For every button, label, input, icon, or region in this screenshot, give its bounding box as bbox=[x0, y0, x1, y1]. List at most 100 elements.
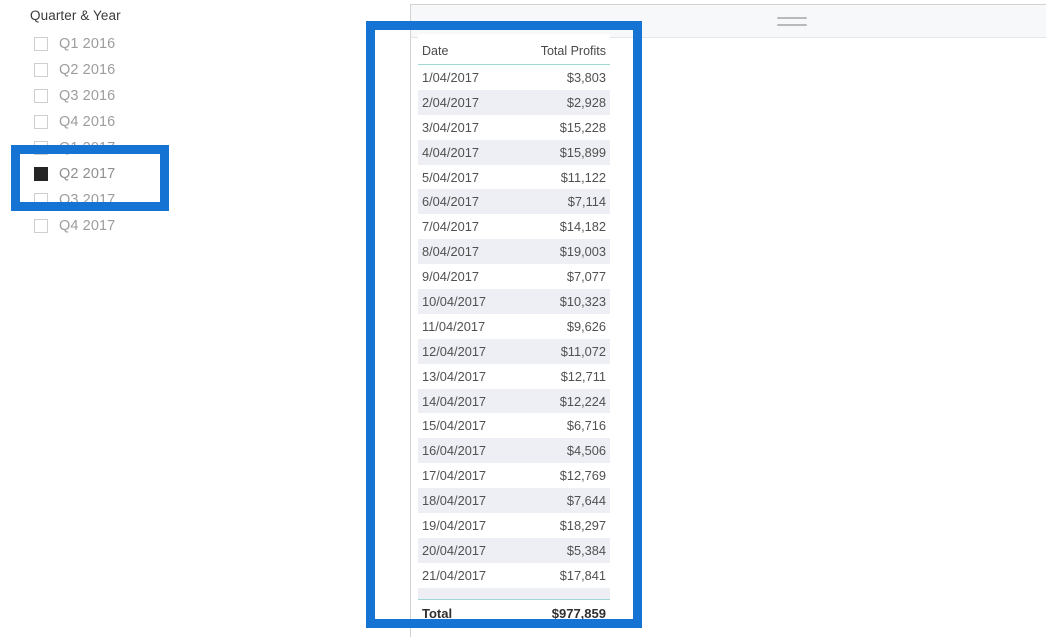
slicer-title: Quarter & Year bbox=[30, 8, 121, 23]
cell-date: 4/04/2017 bbox=[422, 144, 479, 160]
cell-total-profits: $3,803 bbox=[566, 69, 606, 85]
cell-date: 19/04/2017 bbox=[422, 517, 487, 533]
cell-total-profits: $7,114 bbox=[567, 194, 606, 210]
cell-total-profits: $7,644 bbox=[566, 493, 606, 509]
total-label: Total bbox=[422, 605, 453, 621]
slicer-item-q1-2016[interactable]: Q1 2016 bbox=[0, 31, 360, 57]
cell-date: 2/04/2017 bbox=[422, 94, 479, 110]
table-row[interactable]: 9/04/2017 $7,077 bbox=[418, 264, 610, 290]
table-row[interactable]: 3/04/2017 $15,228 bbox=[418, 114, 610, 140]
screen: Quarter & Year Q1 2016 Q2 2016 Q3 2016 Q… bbox=[0, 0, 1046, 637]
cell-date: 21/04/2017 bbox=[422, 567, 487, 583]
slicer-item-label: Q2 2017 bbox=[59, 166, 116, 182]
table-row[interactable]: 21/04/2017 $17,841 bbox=[418, 562, 610, 588]
total-value: $977,859 bbox=[551, 605, 606, 621]
slicer-item-list: Q1 2016 Q2 2016 Q3 2016 Q4 2016 Q1 2017 bbox=[0, 31, 360, 239]
cell-total-profits: $4,506 bbox=[566, 443, 606, 459]
checkbox-icon-q4-2016[interactable] bbox=[34, 115, 48, 129]
cell-date: 20/04/2017 bbox=[422, 542, 487, 558]
slicer-item-label: Q4 2016 bbox=[59, 114, 116, 130]
slicer-item-q2-2017[interactable]: Q2 2017 bbox=[0, 161, 360, 187]
checkbox-icon-q1-2016[interactable] bbox=[34, 37, 48, 51]
cell-date: 16/04/2017 bbox=[422, 443, 487, 459]
table-row[interactable]: 6/04/2017 $7,114 bbox=[418, 189, 610, 215]
cell-total-profits: $7,077 bbox=[566, 269, 606, 285]
slicer-item-q2-2016[interactable]: Q2 2016 bbox=[0, 57, 360, 83]
table-row[interactable]: 2/04/2017 $2,928 bbox=[418, 89, 610, 115]
checkbox-icon-q1-2017[interactable] bbox=[34, 141, 48, 155]
table-row[interactable]: 8/04/2017 $19,003 bbox=[418, 239, 610, 265]
table-row[interactable]: 20/04/2017 $5,384 bbox=[418, 537, 610, 563]
cell-total-profits: $6,716 bbox=[566, 418, 606, 434]
cell-total-profits: $15,899 bbox=[559, 144, 606, 160]
cell-date: 18/04/2017 bbox=[422, 493, 487, 509]
slicer-item-q4-2016[interactable]: Q4 2016 bbox=[0, 109, 360, 135]
cell-date: 17/04/2017 bbox=[422, 468, 487, 484]
quarter-year-slicer: Quarter & Year Q1 2016 Q2 2016 Q3 2016 Q… bbox=[0, 0, 360, 260]
table-row[interactable]: 7/04/2017 $14,182 bbox=[418, 214, 610, 240]
cell-total-profits: $12,224 bbox=[559, 393, 606, 409]
table-row[interactable]: 11/04/2017 $9,626 bbox=[418, 313, 610, 339]
cell-date: 9/04/2017 bbox=[422, 269, 479, 285]
column-header-total-profits[interactable]: Total Profits bbox=[541, 44, 606, 64]
column-header-date[interactable]: Date bbox=[422, 44, 448, 64]
table-row[interactable]: 10/04/2017 $10,323 bbox=[418, 289, 610, 314]
table-row[interactable]: 14/04/2017 $12,224 bbox=[418, 388, 610, 414]
table-row[interactable]: 5/04/2017 $11,122 bbox=[418, 164, 610, 190]
drag-handle-icon[interactable] bbox=[777, 17, 807, 26]
slicer-item-label: Q4 2017 bbox=[59, 218, 116, 234]
table-total-row: Total $977,859 bbox=[418, 598, 610, 627]
total-profits-table[interactable]: Date Total Profits 1/04/2017 $3,803 2/04… bbox=[418, 34, 610, 630]
cell-total-profits: $12,711 bbox=[560, 368, 606, 384]
cell-total-profits: $18,297 bbox=[559, 517, 606, 533]
cell-total-profits: $15,228 bbox=[559, 119, 606, 135]
slicer-item-q4-2017[interactable]: Q4 2017 bbox=[0, 213, 360, 239]
checkbox-icon-q4-2017[interactable] bbox=[34, 219, 48, 233]
cell-total-profits: $9,626 bbox=[566, 318, 606, 334]
cell-total-profits: $2,928 bbox=[566, 94, 606, 110]
slicer-item-label: Q1 2016 bbox=[59, 36, 116, 52]
cell-total-profits: $5,384 bbox=[566, 542, 606, 558]
cell-date: 8/04/2017 bbox=[422, 244, 479, 260]
cell-date: 13/04/2017 bbox=[422, 368, 487, 384]
cell-total-profits: $11,122 bbox=[560, 169, 606, 185]
slicer-item-label: Q1 2017 bbox=[59, 140, 116, 156]
table-row[interactable]: 16/04/2017 $4,506 bbox=[418, 438, 610, 464]
table-row[interactable]: 19/04/2017 $18,297 bbox=[418, 513, 610, 538]
table-body: 1/04/2017 $3,803 2/04/2017 $2,928 3/04/2… bbox=[418, 65, 610, 599]
cell-total-profits: $11,072 bbox=[560, 343, 606, 359]
slicer-item-label: Q3 2017 bbox=[59, 192, 116, 208]
table-row[interactable]: 12/04/2017 $11,072 bbox=[418, 338, 610, 364]
checkbox-icon-q2-2017[interactable] bbox=[34, 167, 48, 181]
slicer-item-q3-2016[interactable]: Q3 2016 bbox=[0, 83, 360, 109]
cell-date: 14/04/2017 bbox=[422, 393, 487, 409]
slicer-item-q1-2017[interactable]: Q1 2017 bbox=[0, 135, 360, 161]
slicer-item-label: Q3 2016 bbox=[59, 88, 116, 104]
cell-total-profits: $12,769 bbox=[559, 468, 606, 484]
cell-date: 6/04/2017 bbox=[422, 194, 479, 210]
table-row[interactable]: 1/04/2017 $3,803 bbox=[418, 65, 610, 90]
checkbox-icon-q3-2016[interactable] bbox=[34, 89, 48, 103]
table-row[interactable]: 13/04/2017 $12,711 bbox=[418, 363, 610, 389]
cell-total-profits: $17,841 bbox=[559, 567, 606, 583]
cell-total-profits: $14,182 bbox=[559, 219, 606, 235]
table-row[interactable]: 15/04/2017 $6,716 bbox=[418, 413, 610, 439]
cell-date: 11/04/2017 bbox=[422, 318, 486, 334]
cell-date: 15/04/2017 bbox=[422, 418, 487, 434]
cell-date: 5/04/2017 bbox=[422, 169, 479, 185]
cell-total-profits: $19,003 bbox=[559, 244, 606, 260]
cell-date: 3/04/2017 bbox=[422, 119, 479, 135]
table-row[interactable]: 18/04/2017 $7,644 bbox=[418, 488, 610, 514]
cell-date: 1/04/2017 bbox=[422, 69, 479, 85]
checkbox-icon-q2-2016[interactable] bbox=[34, 63, 48, 77]
table-row[interactable]: 4/04/2017 $15,899 bbox=[418, 139, 610, 165]
table-row-spacer bbox=[418, 587, 610, 599]
table-header-row: Date Total Profits bbox=[418, 34, 610, 65]
checkbox-icon-q3-2017[interactable] bbox=[34, 193, 48, 207]
cell-date: 7/04/2017 bbox=[422, 219, 479, 235]
slicer-item-q3-2017[interactable]: Q3 2017 bbox=[0, 187, 360, 213]
table-row[interactable]: 17/04/2017 $12,769 bbox=[418, 463, 610, 489]
cell-total-profits: $10,323 bbox=[559, 293, 606, 309]
slicer-item-label: Q2 2016 bbox=[59, 62, 116, 78]
cell-date: 10/04/2017 bbox=[422, 293, 487, 309]
